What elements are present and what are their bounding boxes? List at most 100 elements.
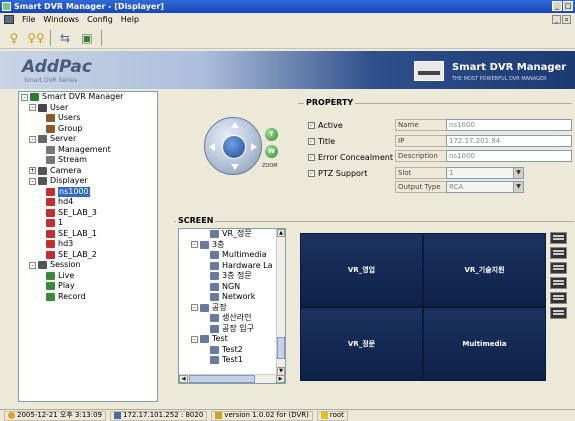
tree-item[interactable]: - Server	[19, 134, 157, 145]
tree-item[interactable]: NGN	[179, 282, 285, 293]
tree-item[interactable]: Test1	[179, 355, 285, 366]
layout-6-icon[interactable]	[550, 292, 567, 304]
expand-toggle-icon[interactable]: -	[29, 177, 36, 185]
tree-item[interactable]: hd3	[19, 239, 157, 250]
ptz-down-icon[interactable]	[231, 164, 239, 170]
menu-windows[interactable]: Windows	[43, 15, 79, 24]
ptz-up-icon[interactable]	[231, 122, 239, 128]
horizontal-scrollbar[interactable]: ◀ ▶	[179, 374, 285, 383]
ptz-support-checkbox[interactable]: ✓ PTZ Support	[308, 169, 367, 178]
tree-item[interactable]: 3층 정문	[179, 271, 285, 282]
scroll-thumb[interactable]	[189, 375, 255, 383]
video-grid[interactable]: VR_영업 VR_기술지원 VR_정문 Multimedia	[300, 233, 546, 381]
camera-list[interactable]: VR_정문 - 3층 Multimedia Hardware La 3층 정문 NGN Net…	[178, 228, 286, 384]
zoom-wide-button[interactable]: W	[265, 145, 278, 158]
menu-file[interactable]: File	[22, 15, 35, 24]
maximize-button[interactable]: □	[563, 1, 573, 11]
layout-8-icon[interactable]	[550, 307, 567, 319]
document-icon[interactable]	[4, 15, 14, 24]
tree-item[interactable]: Multimedia	[179, 250, 285, 261]
video-cell[interactable]: VR_기술지원	[424, 234, 545, 306]
ptz-right-icon[interactable]	[251, 143, 257, 151]
zoom-tele-button[interactable]: T	[265, 128, 278, 141]
user-icon[interactable]: ♀	[6, 30, 22, 46]
slot-select[interactable]: 1 ▼	[446, 167, 524, 179]
video-cell[interactable]: VR_정문	[301, 308, 422, 380]
tree-spacer	[201, 262, 208, 270]
scroll-right-button[interactable]: ▶	[276, 375, 285, 383]
minimize-button[interactable]: _	[552, 1, 562, 11]
output-type-select[interactable]: RCA ▼	[446, 181, 524, 193]
tree-item[interactable]: Hardware La	[179, 261, 285, 272]
tree-item[interactable]: - Displayer	[19, 176, 157, 187]
tree-item-label: Server	[50, 134, 77, 143]
group-icon[interactable]: ♀♀	[27, 30, 45, 46]
layout-9-icon[interactable]	[550, 262, 567, 274]
description-field[interactable]: ns1000	[446, 150, 572, 162]
mdi-minimize-button[interactable]: _	[552, 15, 561, 24]
expand-toggle-icon[interactable]: -	[191, 241, 198, 249]
tree-item[interactable]: ns1000	[19, 186, 157, 197]
expand-toggle-icon[interactable]: -	[29, 135, 36, 143]
ptz-center-button[interactable]	[222, 135, 246, 159]
ptz-left-icon[interactable]	[209, 143, 215, 151]
tree-item[interactable]: SE_LAB_3	[19, 208, 157, 219]
scroll-left-button[interactable]: ◀	[179, 375, 188, 383]
scroll-thumb[interactable]	[277, 337, 285, 359]
active-checkbox[interactable]: ✓ Active	[308, 121, 343, 130]
chevron-down-icon: ▼	[513, 168, 523, 178]
name-field[interactable]: ns1000	[446, 119, 572, 131]
tree-item[interactable]: - 공장	[179, 303, 285, 314]
tree-spacer	[37, 272, 44, 280]
tree-item[interactable]: 1	[19, 218, 157, 229]
ip-field[interactable]: 172.17.201.94	[446, 135, 572, 147]
tree-item[interactable]: Stream	[19, 155, 157, 166]
tree-item-label: hd4	[58, 197, 74, 206]
ptz-control[interactable]	[204, 117, 262, 175]
expand-toggle-icon[interactable]: -	[29, 104, 36, 112]
mdi-restore-button[interactable]: ▫	[562, 15, 571, 24]
tree-item[interactable]: 생산라인	[179, 313, 285, 324]
tree-item-label: NGN	[222, 281, 241, 291]
tree-item[interactable]: - Test	[179, 334, 285, 345]
expand-toggle-icon[interactable]: -	[21, 93, 28, 101]
tree-item[interactable]: Play	[19, 281, 157, 292]
tree-item[interactable]: Record	[19, 292, 157, 303]
tree-item[interactable]: - Session	[19, 260, 157, 271]
scroll-up-button[interactable]: ▲	[277, 229, 285, 237]
video-cell[interactable]: Multimedia	[424, 308, 545, 380]
camera-icon[interactable]: ▣	[79, 30, 95, 46]
menu-config[interactable]: Config	[87, 15, 113, 24]
tree-item[interactable]: SE_LAB_1	[19, 229, 157, 240]
tree-item[interactable]: Network	[179, 292, 285, 303]
tree-item[interactable]: VR_정문	[179, 229, 285, 240]
tree-item[interactable]: SE_LAB_2	[19, 250, 157, 261]
server-icon[interactable]: ⇆	[57, 30, 73, 46]
expand-toggle-icon[interactable]: -	[29, 261, 36, 269]
tree-item[interactable]: Group	[19, 124, 157, 135]
title-checkbox[interactable]: ✓ Title	[308, 137, 335, 146]
layout-4-icon[interactable]	[550, 247, 567, 259]
tree-item[interactable]: Live	[19, 271, 157, 282]
error-concealment-checkbox[interactable]: ✓ Error Concealment	[308, 153, 393, 162]
layout-16-icon[interactable]	[550, 277, 567, 289]
tree-item[interactable]: 공장 입구	[179, 324, 285, 335]
video-cell[interactable]: VR_영업	[301, 234, 422, 306]
expand-toggle-icon[interactable]: -	[191, 304, 198, 312]
tree-spacer	[37, 198, 44, 206]
tree-item[interactable]: Management	[19, 145, 157, 156]
navigation-tree[interactable]: - Smart DVR Manager - User Users Group - Server…	[18, 91, 158, 402]
tree-item[interactable]: hd4	[19, 197, 157, 208]
vertical-scrollbar[interactable]: ▲ ▼	[276, 229, 285, 375]
tree-item-label: Play	[58, 281, 75, 290]
tree-item[interactable]: Users	[19, 113, 157, 124]
tree-item[interactable]: Test2	[179, 345, 285, 356]
tree-item[interactable]: - User	[19, 103, 157, 114]
expand-toggle-icon[interactable]: -	[191, 335, 198, 343]
menu-help[interactable]: Help	[121, 15, 139, 24]
layout-1-icon[interactable]	[550, 232, 567, 244]
tree-item[interactable]: + Camera	[19, 166, 157, 177]
tree-item[interactable]: - 3층	[179, 240, 285, 251]
tree-item[interactable]: - Smart DVR Manager	[19, 92, 157, 103]
expand-toggle-icon[interactable]: +	[29, 167, 36, 175]
